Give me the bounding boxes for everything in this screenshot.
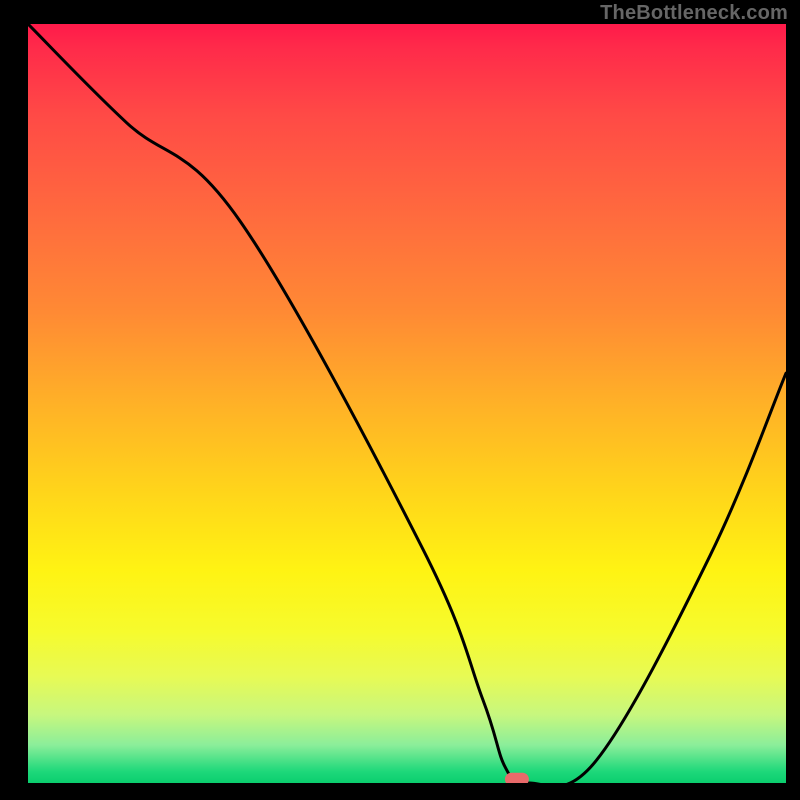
watermark-label: TheBottleneck.com [600, 2, 788, 25]
chart-gradient-bg [28, 24, 786, 783]
bottleneck-chart [0, 0, 800, 800]
chart-stage: TheBottleneck.com [0, 0, 800, 800]
